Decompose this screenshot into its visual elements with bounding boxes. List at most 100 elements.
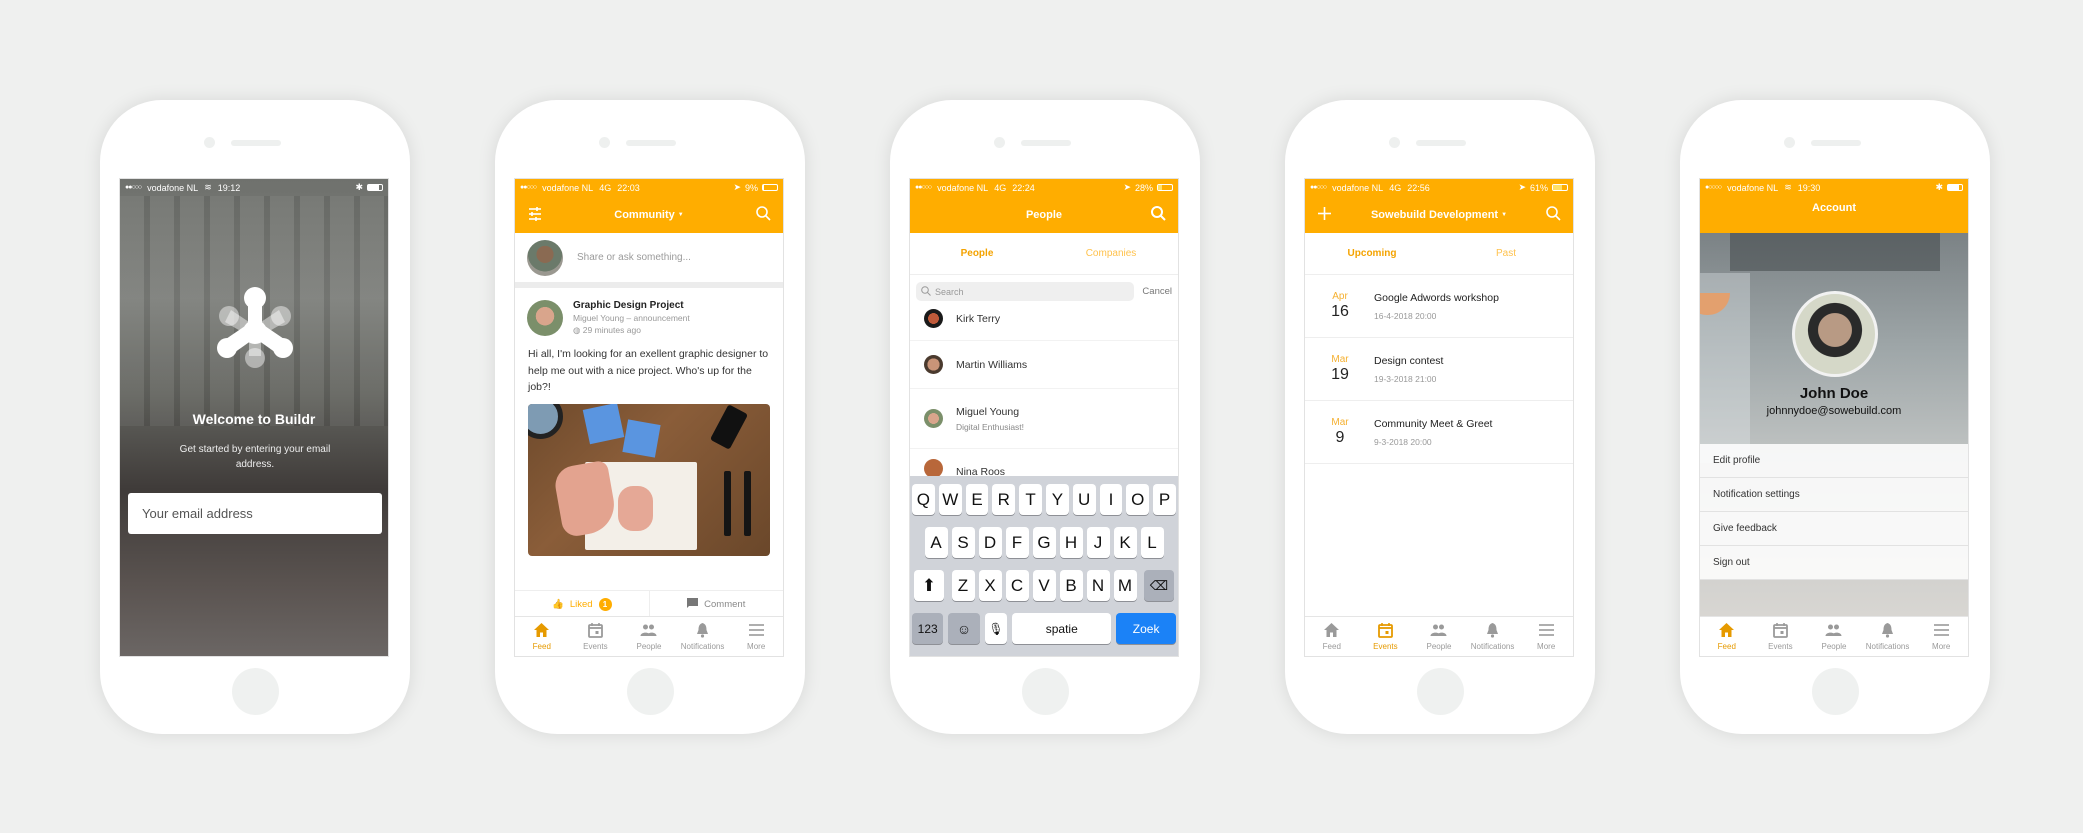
- segment-past[interactable]: Past: [1439, 233, 1573, 274]
- home-button[interactable]: [627, 668, 674, 715]
- key-e[interactable]: E: [965, 484, 989, 515]
- key-f[interactable]: F: [1005, 527, 1029, 558]
- tab-events[interactable]: Events: [1359, 617, 1413, 656]
- tab-more[interactable]: More: [729, 617, 783, 656]
- emoji-key[interactable]: ☺: [948, 613, 980, 644]
- numbers-key[interactable]: 123: [912, 613, 944, 644]
- composer[interactable]: Share or ask something...: [515, 233, 783, 288]
- search-placeholder: Search: [935, 286, 964, 297]
- key-m[interactable]: M: [1113, 570, 1137, 601]
- tab-events[interactable]: Events: [1754, 617, 1808, 656]
- tab-people[interactable]: People: [1412, 617, 1466, 656]
- tab-events[interactable]: Events: [569, 617, 623, 656]
- key-x[interactable]: X: [978, 570, 1002, 601]
- key-a[interactable]: A: [924, 527, 948, 558]
- email-input[interactable]: Your email address: [128, 493, 382, 534]
- menu-item-sign-out[interactable]: Sign out: [1700, 546, 1968, 580]
- cancel-button[interactable]: Cancel: [1142, 286, 1172, 297]
- add-event-button[interactable]: [1317, 206, 1332, 224]
- post-meta: Miguel Young – announcement: [573, 313, 690, 323]
- home-button[interactable]: [1022, 668, 1069, 715]
- key-n[interactable]: N: [1086, 570, 1110, 601]
- tab-notifications[interactable]: Notifications: [1466, 617, 1520, 656]
- event-item[interactable]: Apr 16 Google Adwords workshop 16-4-2018 2…: [1305, 275, 1573, 338]
- tab-feed[interactable]: Feed: [1305, 617, 1359, 656]
- home-button[interactable]: [1812, 668, 1859, 715]
- network: 4G: [599, 182, 612, 193]
- tab-feed[interactable]: Feed: [515, 617, 569, 656]
- list-item[interactable]: Nina Roos: [910, 449, 1178, 479]
- like-button[interactable]: 👍 Liked 1: [515, 591, 650, 618]
- tab-more[interactable]: More: [1914, 617, 1968, 656]
- space-key[interactable]: spatie: [1012, 613, 1112, 644]
- key-z[interactable]: Z: [951, 570, 975, 601]
- people-list: Kirk Terry Martin Williams Miguel Young D…: [910, 297, 1178, 479]
- composer-placeholder: Share or ask something...: [577, 252, 691, 263]
- key-k[interactable]: K: [1113, 527, 1137, 558]
- search-icon[interactable]: [756, 206, 771, 224]
- key-o[interactable]: O: [1126, 484, 1150, 515]
- battery-percent: 61%: [1529, 182, 1548, 193]
- segment-upcoming[interactable]: Upcoming: [1305, 233, 1439, 274]
- tab-more[interactable]: More: [1519, 617, 1573, 656]
- tab-label: People: [1426, 642, 1452, 651]
- tab-notifications[interactable]: Notifications: [676, 617, 730, 656]
- key-r[interactable]: R: [992, 484, 1016, 515]
- search-go-key[interactable]: Zoek: [1116, 613, 1176, 644]
- key-t[interactable]: T: [1019, 484, 1042, 515]
- author-avatar[interactable]: [527, 300, 563, 336]
- home-button[interactable]: [232, 668, 279, 715]
- search-input[interactable]: Search: [916, 282, 1135, 301]
- event-item[interactable]: Mar 9 Community Meet & Greet 9-3-2018 20:0…: [1305, 401, 1573, 464]
- home-icon: [1323, 622, 1340, 640]
- home-button[interactable]: [1417, 668, 1464, 715]
- comment-button[interactable]: Comment: [650, 591, 784, 618]
- list-item[interactable]: Martin Williams: [910, 341, 1178, 389]
- profile-avatar[interactable]: [1792, 291, 1878, 377]
- search-icon[interactable]: [1546, 206, 1561, 224]
- filter-icon[interactable]: [527, 206, 543, 225]
- signal-icon: ●●○○○: [915, 184, 932, 191]
- post-title[interactable]: Graphic Design Project: [573, 300, 690, 311]
- key-q[interactable]: Q: [912, 484, 935, 515]
- tab-feed[interactable]: Feed: [1700, 617, 1754, 656]
- backspace-key[interactable]: ⌫: [1144, 570, 1174, 601]
- front-camera: [204, 137, 215, 148]
- shift-key[interactable]: ⬆: [914, 570, 944, 601]
- microphone-key[interactable]: 🎙: [984, 613, 1008, 644]
- key-g[interactable]: G: [1032, 527, 1056, 558]
- key-s[interactable]: S: [951, 527, 975, 558]
- tab-notifications[interactable]: Notifications: [1861, 617, 1915, 656]
- key-w[interactable]: W: [938, 484, 962, 515]
- speaker: [1021, 140, 1071, 146]
- event-item[interactable]: Mar 19 Design contest 19-3-2018 21:00: [1305, 338, 1573, 401]
- group-dropdown[interactable]: Sowebuild Development ▼: [1371, 209, 1507, 221]
- tab-people[interactable]: People: [1807, 617, 1861, 656]
- key-u[interactable]: U: [1072, 484, 1096, 515]
- key-p[interactable]: P: [1153, 484, 1176, 515]
- list-item[interactable]: Miguel Young Digital Enthusiast!: [910, 389, 1178, 449]
- account-screen: ●○○○○ vodafone NL ≋ 19:30 ✱ Account John…: [1699, 178, 1969, 657]
- key-c[interactable]: C: [1005, 570, 1029, 601]
- post-image[interactable]: [528, 403, 770, 556]
- key-l[interactable]: L: [1140, 527, 1164, 558]
- menu-item-give-feedback[interactable]: Give feedback: [1700, 512, 1968, 546]
- search-icon[interactable]: [1151, 206, 1166, 224]
- segment-people[interactable]: People: [910, 233, 1044, 274]
- menu-item-notification-settings[interactable]: Notification settings: [1700, 478, 1968, 512]
- community-dropdown[interactable]: Community ▼: [614, 209, 683, 221]
- tab-people[interactable]: People: [622, 617, 676, 656]
- event-name: Google Adwords workshop: [1374, 291, 1499, 304]
- key-h[interactable]: H: [1059, 527, 1083, 558]
- key-i[interactable]: I: [1099, 484, 1123, 515]
- key-j[interactable]: J: [1086, 527, 1110, 558]
- list-item[interactable]: Kirk Terry: [910, 297, 1178, 341]
- menu-icon: [1933, 622, 1950, 640]
- key-b[interactable]: B: [1059, 570, 1083, 601]
- segment-companies[interactable]: Companies: [1044, 233, 1178, 274]
- nav-title: Account: [1812, 202, 1856, 214]
- key-y[interactable]: Y: [1046, 484, 1069, 515]
- menu-item-edit-profile[interactable]: Edit profile: [1700, 444, 1968, 478]
- key-d[interactable]: D: [978, 527, 1002, 558]
- key-v[interactable]: V: [1032, 570, 1056, 601]
